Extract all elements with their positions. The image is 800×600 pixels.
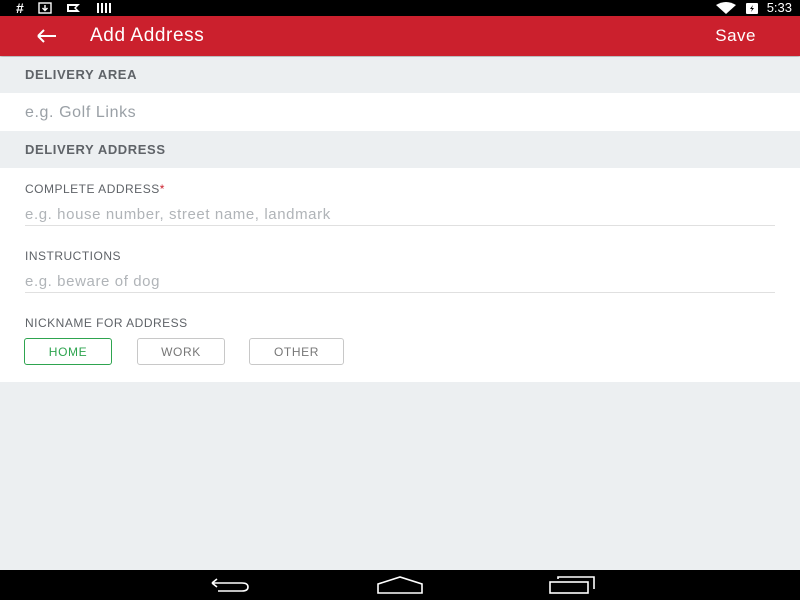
status-bar: # 5:33 [0, 0, 800, 16]
nickname-other-chip[interactable]: OTHER [249, 338, 344, 365]
system-nav-bar [0, 570, 800, 600]
nickname-work-chip[interactable]: WORK [137, 338, 225, 365]
status-time: 5:33 [766, 0, 792, 15]
instructions-input[interactable] [25, 271, 775, 293]
nickname-label: NICKNAME FOR ADDRESS [25, 316, 188, 330]
app-bar: Add Address Save [0, 16, 800, 56]
complete-address-label: COMPLETE ADDRESS* [25, 182, 165, 196]
wifi-icon [715, 2, 736, 14]
back-icon [211, 578, 249, 592]
delivery-area-header: DELIVERY AREA [0, 57, 800, 93]
hash-icon: # [16, 0, 24, 16]
download-icon [38, 2, 52, 14]
save-button[interactable]: Save [715, 25, 756, 47]
nickname-options: HOME WORK OTHER [0, 338, 800, 366]
home-icon [377, 576, 423, 594]
flag-icon [66, 4, 80, 13]
delivery-area-input[interactable] [25, 101, 775, 125]
recents-icon [549, 576, 595, 594]
complete-address-input[interactable] [25, 204, 775, 226]
back-button[interactable] [34, 24, 62, 48]
page-title: Add Address [90, 25, 205, 46]
required-mark: * [159, 182, 165, 196]
barcode-icon [96, 3, 111, 13]
nav-recents-button[interactable] [548, 575, 596, 600]
delivery-address-block: COMPLETE ADDRESS* INSTRUCTIONS NICKNAME … [0, 168, 800, 382]
nav-back-button[interactable] [206, 575, 252, 600]
instructions-label: INSTRUCTIONS [25, 249, 121, 263]
nickname-home-chip[interactable]: HOME [24, 338, 112, 365]
complete-address-label-text: COMPLETE ADDRESS [25, 182, 160, 196]
delivery-area-block [0, 93, 800, 131]
arrow-left-icon [37, 29, 56, 43]
delivery-address-header: DELIVERY ADDRESS [0, 132, 800, 168]
nav-home-button[interactable] [376, 575, 424, 600]
battery-icon [745, 2, 758, 14]
